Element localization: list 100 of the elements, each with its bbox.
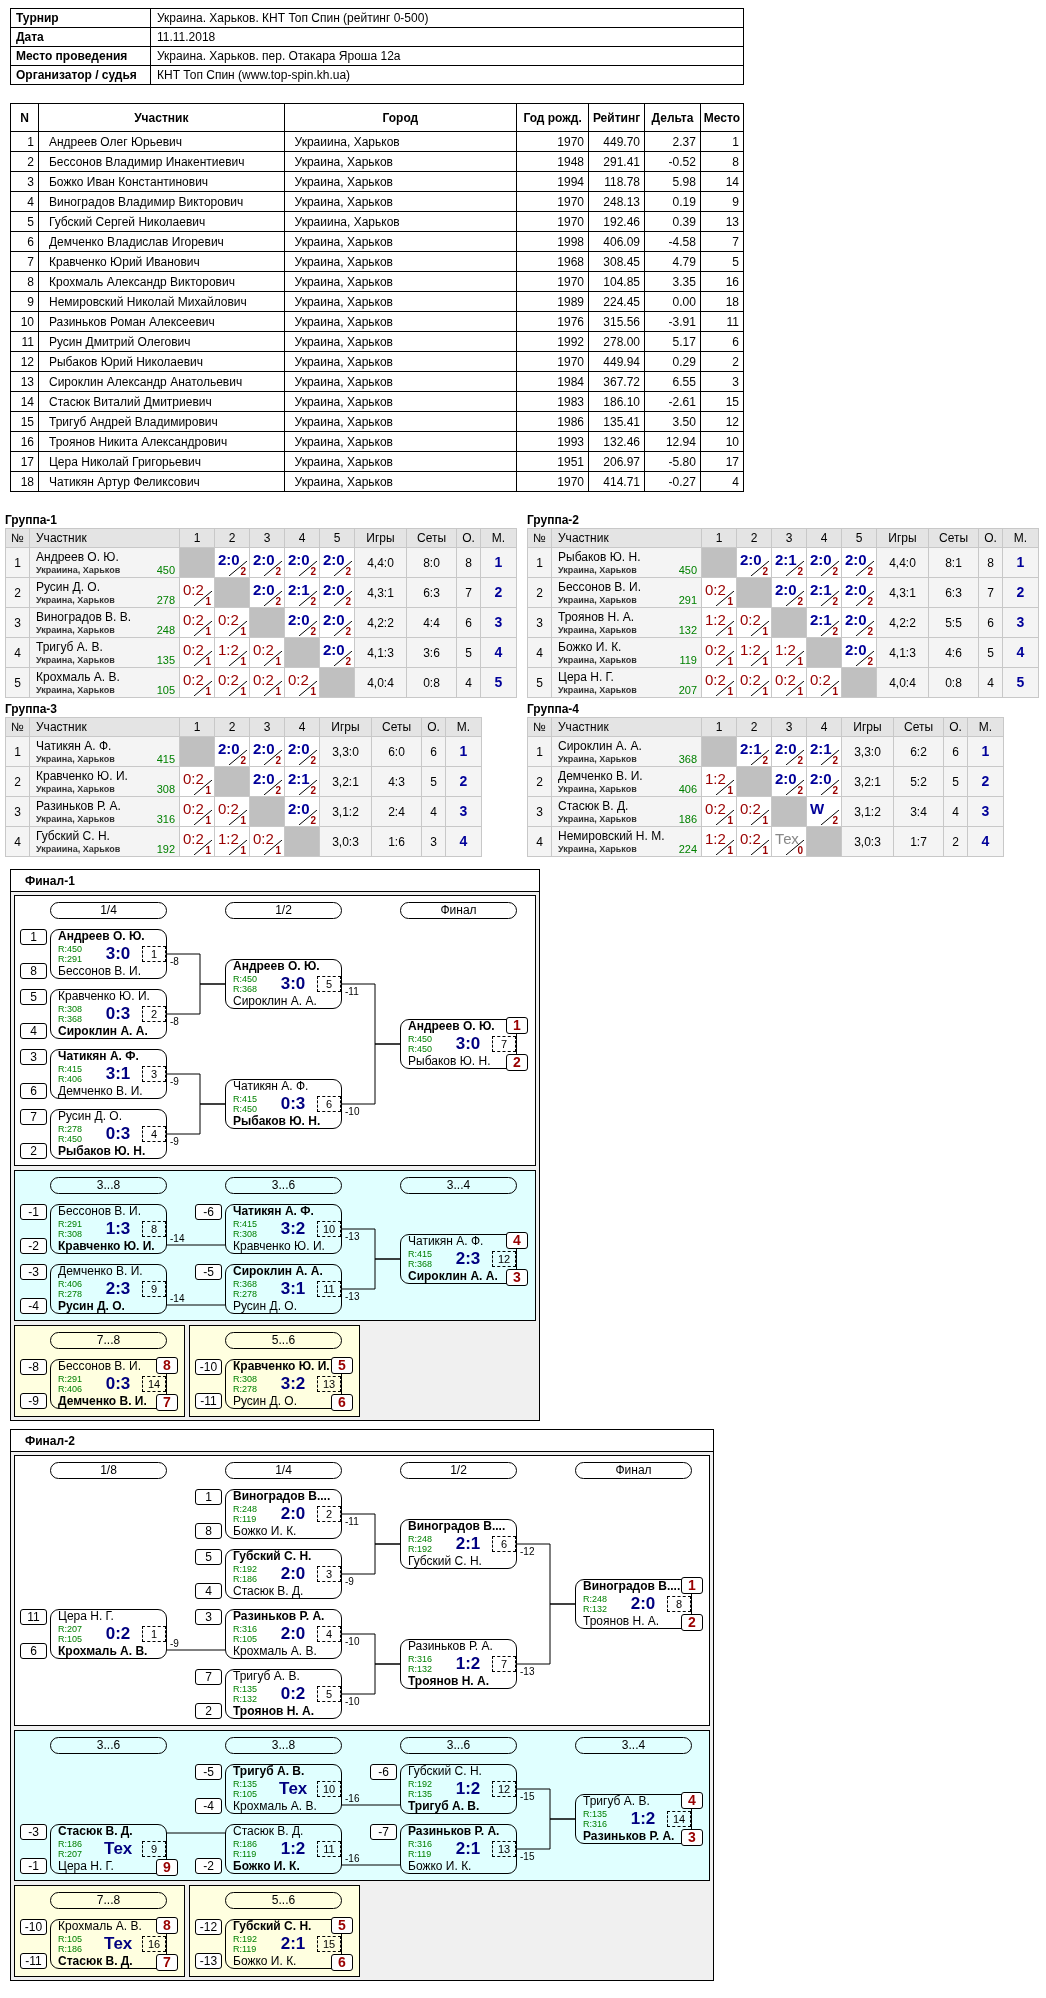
player-rating: 119: [679, 653, 697, 666]
player-name: Цера Н. Г.: [58, 1860, 114, 1873]
place-badge: 9: [156, 1859, 178, 1876]
player-rating: R:415: [233, 1094, 258, 1104]
player-name: Разиньков Р. А.: [408, 1825, 500, 1838]
games-cell: 3,3:0: [332, 744, 359, 759]
column-header: О.: [984, 531, 997, 545]
match-points: 1: [832, 686, 838, 697]
column-header: Участник: [134, 110, 189, 125]
match-score: 2:0: [323, 612, 345, 628]
player-name: Тригуб А. В.: [233, 1670, 300, 1683]
match-points: 2: [345, 596, 351, 607]
column-header: Участник: [36, 531, 87, 545]
table-cell: Тригуб Андрей Владимирович: [49, 414, 218, 429]
seed-box: -7: [370, 1824, 397, 1840]
points-cell: 3: [430, 834, 437, 849]
table-cell: 1983: [557, 394, 585, 409]
match-points: 2: [762, 755, 768, 766]
player-rating: R:135: [233, 1684, 258, 1694]
points-cell: 5: [952, 774, 959, 789]
table-cell: 10: [20, 314, 34, 329]
match-score: 0:2: [705, 582, 726, 598]
match-number: 2: [142, 1006, 166, 1022]
column-header: 4: [820, 720, 828, 734]
column-header: 1: [193, 720, 201, 734]
place-badge: 8: [156, 1917, 178, 1934]
player-rating: R:316: [408, 1654, 433, 1664]
match-number: 6: [317, 1096, 341, 1112]
final-title: Финал-2: [25, 1432, 75, 1450]
player-rating: R:119: [233, 1849, 257, 1859]
match-points: 1: [240, 686, 246, 697]
column-header: Сеты: [381, 720, 412, 734]
player-name: Виноградов В....: [233, 1490, 331, 1503]
column-header: Дельта: [651, 110, 694, 125]
match-score: 0:2: [775, 672, 796, 688]
row-number: 5: [14, 675, 21, 690]
group-place: 5: [1016, 674, 1025, 690]
player-name: Андреев О. Ю.: [408, 1020, 495, 1033]
match-points: 1: [762, 686, 768, 697]
column-header: 2: [750, 720, 758, 734]
column-header: Место: [703, 110, 741, 125]
loser-destination: -14: [170, 1293, 185, 1304]
player-rating: R:192: [233, 1564, 258, 1574]
loser-destination: -16: [345, 1853, 360, 1864]
place-badge: 6: [331, 1954, 353, 1971]
table-cell: Украина, Харьков: [294, 474, 393, 489]
player-rating: R:450: [58, 944, 83, 954]
match-score: 2:1: [288, 582, 310, 598]
loser-destination: -8: [170, 956, 179, 967]
match-score: 0:2: [705, 672, 726, 688]
match-points: 2: [867, 596, 873, 607]
table-cell: Андреев Олег Юрьевич: [49, 134, 182, 149]
player-rating: R:450: [408, 1034, 433, 1044]
table-cell: 9: [27, 294, 34, 309]
player-rating: R:316: [233, 1624, 258, 1634]
points-cell: 5: [430, 774, 437, 789]
seed-box: -11: [195, 1393, 222, 1409]
match-points: 2: [797, 755, 803, 766]
column-header: Участник: [558, 720, 609, 734]
match-points: 1: [275, 845, 281, 856]
row-number: 2: [536, 774, 543, 789]
match-points: 2: [867, 626, 873, 637]
match-points: 2: [345, 566, 351, 577]
table-cell: Троянов Никита Александрович: [49, 434, 228, 449]
player-rating: R:132: [233, 1694, 258, 1704]
match-score: 0:2: [183, 831, 204, 847]
match-points: 2: [275, 596, 281, 607]
sets-cell: 4:4: [423, 615, 440, 630]
seed-box: -2: [195, 1858, 222, 1874]
player-name: Бессонов В. И.: [58, 1360, 141, 1373]
group-place: 3: [1016, 614, 1025, 630]
table-cell: 186.10: [603, 394, 640, 409]
player-rating: R:450: [408, 1044, 433, 1054]
match-score: 1:2: [218, 831, 239, 847]
match-number: 11: [317, 1281, 341, 1297]
seed-box: -4: [20, 1298, 47, 1314]
match-points: 2: [310, 596, 316, 607]
table-cell: 10: [725, 434, 739, 449]
column-header: Игры: [853, 720, 882, 734]
player-city: Украина, Харьков: [558, 783, 637, 795]
games-cell: 4,3:1: [367, 585, 394, 600]
games-cell: 3,0:3: [854, 834, 881, 849]
match-score: 2:3: [455, 1250, 481, 1268]
player-rating: R:105: [233, 1789, 258, 1799]
match-score: 0:2: [740, 801, 761, 817]
games-cell: 4,2:2: [889, 615, 916, 630]
match-score: 2:0: [810, 552, 832, 568]
match-points: 1: [205, 626, 211, 637]
table-cell: 2: [732, 354, 739, 369]
table-cell: 15: [725, 394, 739, 409]
games-cell: 4,0:4: [367, 675, 394, 690]
table-cell: 6: [27, 234, 34, 249]
match-number: 11: [317, 1841, 341, 1857]
seed-box: 3: [20, 1049, 47, 1065]
seed-box: 4: [20, 1023, 47, 1039]
points-cell: 6: [987, 615, 994, 630]
seed-box: -2: [20, 1238, 47, 1254]
column-header: Участник: [36, 720, 87, 734]
table-cell: 1970: [557, 274, 585, 289]
column-header: №: [11, 531, 24, 545]
